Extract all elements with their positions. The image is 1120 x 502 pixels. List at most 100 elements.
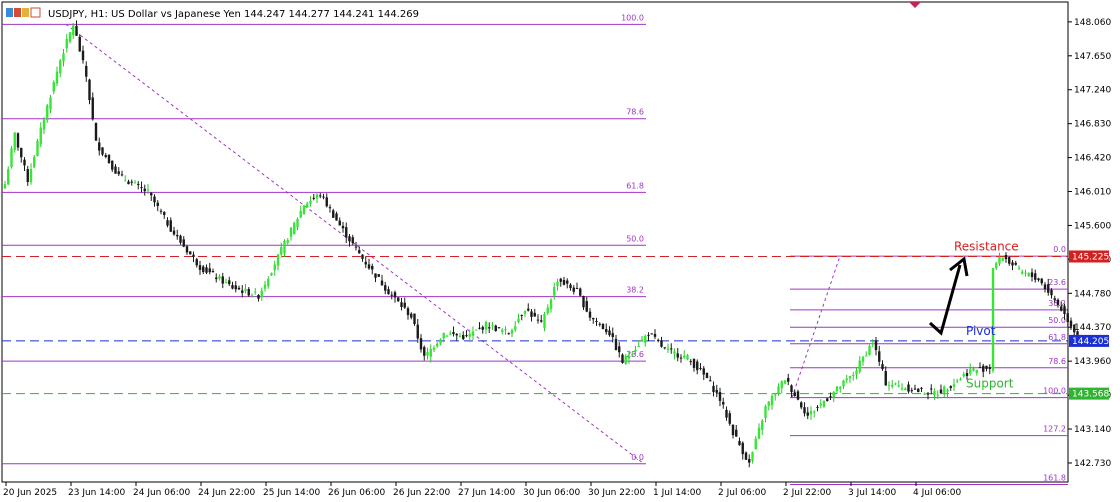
candle-body — [605, 329, 608, 333]
candle-body — [315, 194, 319, 199]
candle-body — [371, 265, 374, 270]
candle-body — [1027, 273, 1030, 277]
candle-body — [354, 246, 358, 248]
candle-body — [432, 347, 436, 350]
candle-body — [514, 326, 517, 330]
candle-body — [897, 385, 900, 387]
candle-body — [23, 159, 26, 166]
candle-body — [114, 166, 117, 174]
candle — [10, 146, 13, 169]
pivot-price-tag-text: 144.205 — [1072, 337, 1109, 347]
fib-left-level-label: 61.8 — [626, 181, 644, 190]
candle-body — [273, 264, 276, 271]
candle-body — [68, 32, 72, 42]
candle-body — [286, 240, 289, 243]
candle-body — [569, 284, 572, 289]
candle-body — [228, 280, 231, 285]
candle-body — [491, 325, 494, 327]
candle-body — [452, 331, 455, 335]
candle-body — [696, 361, 699, 371]
chart-title: USDJPY, H1: US Dollar vs Japanese Yen 14… — [48, 9, 419, 20]
candle-body — [783, 380, 787, 384]
pivot-price-tag: 144.205 — [1069, 334, 1109, 347]
candle-body — [595, 320, 598, 323]
candle-body — [335, 213, 338, 221]
resistance-label: Resistance — [954, 239, 1019, 253]
candle — [744, 451, 748, 460]
candle — [705, 372, 709, 379]
candle-body — [244, 288, 247, 291]
candle-body — [601, 323, 605, 330]
price-axis[interactable]: 148.060 147.650 147.240 146.830 146.420 146.0… — [1068, 18, 1111, 469]
candle-body — [510, 330, 514, 334]
candle-body — [1063, 306, 1066, 314]
candle-body — [930, 388, 933, 390]
candle — [822, 400, 826, 408]
candle-body — [117, 171, 120, 175]
candle-body — [254, 291, 257, 293]
candle-body — [276, 254, 280, 266]
candle — [917, 388, 920, 393]
candle-body — [1050, 289, 1053, 296]
candle — [621, 353, 624, 364]
candle-body — [822, 400, 826, 407]
candle-body — [800, 402, 803, 408]
candle-body — [104, 155, 107, 157]
candle-body — [627, 355, 631, 359]
candle-body — [1014, 262, 1017, 265]
candle-body — [127, 181, 130, 185]
candle-body — [845, 378, 848, 381]
candle-body — [137, 183, 140, 185]
candle-body — [143, 188, 146, 192]
candle-body — [728, 413, 731, 424]
candle-body — [1001, 257, 1004, 261]
candle-body — [1037, 278, 1040, 281]
candle-body — [796, 391, 800, 400]
candle-body — [969, 369, 972, 374]
candle-body — [478, 327, 481, 329]
candle-body — [910, 390, 913, 392]
candle-body — [920, 387, 923, 389]
candle-body — [1066, 313, 1069, 323]
fib-left-level-label: 50.0 — [626, 234, 644, 243]
candle-body — [907, 384, 910, 392]
candle-body — [7, 169, 10, 185]
candle-body — [55, 71, 59, 84]
candle-body — [442, 333, 445, 339]
candle-body — [166, 220, 169, 226]
price-axis-label: 143.140 — [1074, 425, 1111, 435]
candle-body — [403, 302, 406, 308]
candle-body — [380, 280, 384, 286]
usdjpy-chart[interactable]: 100.078.661.850.038.223.60.0 0.023.638.2… — [0, 0, 1120, 502]
candle-body — [283, 241, 286, 254]
candle-body — [475, 329, 478, 331]
candle-body — [16, 133, 20, 148]
candle-body — [523, 311, 527, 314]
candle-body — [543, 313, 546, 328]
candle-body — [3, 184, 7, 189]
time-axis-label: 2 Jul 06:00 — [718, 488, 767, 498]
candle-body — [861, 356, 865, 362]
candle-body — [572, 287, 575, 292]
candle-body — [653, 333, 657, 337]
candle-body — [364, 261, 367, 265]
candle-body — [351, 237, 354, 244]
candle-body — [62, 53, 65, 62]
candle-body — [787, 377, 790, 382]
fib-right-level-label: 50.0 — [1048, 316, 1066, 325]
candle-body — [185, 246, 189, 253]
candle-body — [962, 374, 965, 377]
fib-right-level-label: 127.2 — [1043, 425, 1066, 434]
candle-body — [1011, 262, 1014, 266]
candle-body — [679, 357, 683, 359]
candle-body — [634, 349, 637, 352]
candle-body — [826, 398, 829, 402]
candle-body — [471, 331, 475, 336]
candle-body — [20, 147, 23, 158]
candle — [107, 154, 111, 164]
candle-body — [445, 335, 449, 337]
candle-body — [553, 286, 556, 296]
candle-body — [588, 311, 592, 318]
price-axis-label: 145.600 — [1074, 221, 1111, 231]
candle-body — [189, 251, 192, 255]
